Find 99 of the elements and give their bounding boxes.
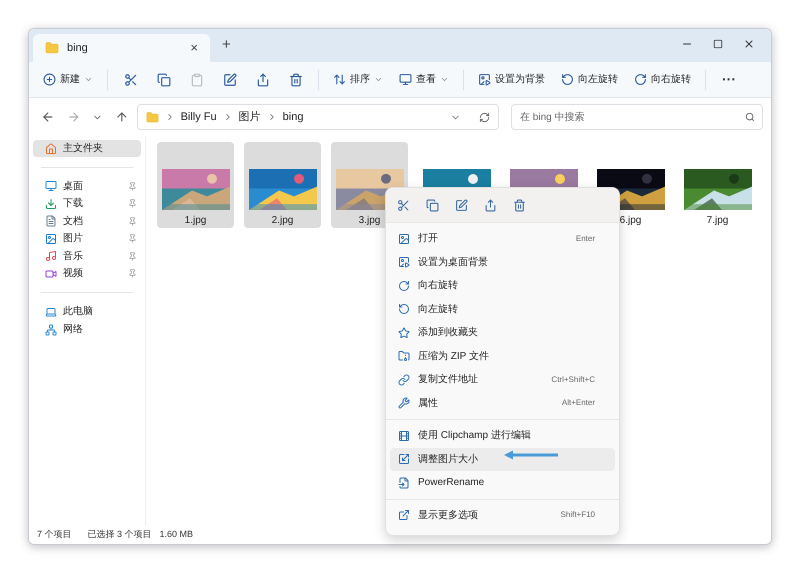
menu-item[interactable]: 打开 Enter xyxy=(390,227,615,250)
breadcrumb-item[interactable]: Billy Fu xyxy=(180,108,217,126)
arrow-drawing xyxy=(504,450,559,460)
menu-item[interactable]: 设置为桌面背景 xyxy=(390,250,615,274)
home-icon xyxy=(45,142,57,154)
desktop-icon xyxy=(45,180,57,192)
scissors-icon xyxy=(124,72,138,86)
search-icon xyxy=(745,112,756,122)
sidebar-item[interactable]: 文档 xyxy=(45,213,141,230)
breadcrumb-item[interactable]: 图片 xyxy=(238,108,261,126)
new-icon xyxy=(43,73,56,86)
file-name: 6.jpg xyxy=(620,214,642,228)
shortcut-text: Ctrl+Shift+C xyxy=(551,374,595,386)
folder-icon xyxy=(45,41,59,55)
share-icon xyxy=(256,72,270,86)
search-field[interactable]: 在 bing 中搜索 xyxy=(511,104,764,130)
music-icon xyxy=(45,250,57,262)
set-background-button[interactable]: 设置为背景 xyxy=(472,66,551,94)
link-icon xyxy=(398,374,410,386)
document-icon xyxy=(45,215,57,228)
sort-button[interactable]: 排序 xyxy=(327,66,389,94)
laptop-icon xyxy=(45,306,57,318)
sidebar-item[interactable]: 此电脑 xyxy=(45,303,145,320)
rename-icon xyxy=(398,476,410,489)
menu-item[interactable]: 显示更多选项 Shift+F10 xyxy=(390,504,615,527)
new-tab-button[interactable]: + xyxy=(222,34,231,56)
more-button[interactable]: ··· xyxy=(714,69,744,90)
star-icon xyxy=(398,326,410,339)
close-tab-button[interactable]: × xyxy=(190,38,198,58)
video-icon xyxy=(45,268,57,280)
file-tile[interactable]: 2.jpg xyxy=(244,142,321,228)
menu-item[interactable]: 压缩为 ZIP 文件 xyxy=(390,344,615,368)
sort-icon xyxy=(333,73,346,86)
tab-title: bing xyxy=(67,40,89,56)
scissors-icon xyxy=(396,198,410,212)
external-link-icon xyxy=(398,509,410,522)
trash-icon xyxy=(288,72,302,86)
sidebar-item[interactable]: 主文件夹 xyxy=(33,140,141,157)
menu-item[interactable]: 使用 Clipchamp 进行编辑 xyxy=(390,424,615,448)
selection-size: 1.60 MB xyxy=(160,528,194,542)
download-icon xyxy=(45,198,57,210)
sidebar-item[interactable]: 桌面 xyxy=(45,178,141,194)
menu-item[interactable]: 向右旋转 xyxy=(390,274,615,298)
copy-icon xyxy=(426,198,438,212)
view-button[interactable]: 查看 xyxy=(393,66,455,94)
file-tile[interactable]: 1.jpg xyxy=(157,142,234,228)
shortcut-text: Alt+Enter xyxy=(562,397,595,410)
film-icon xyxy=(398,430,410,442)
wallpaper-icon xyxy=(398,256,410,268)
rename-icon xyxy=(222,72,236,86)
file-tile[interactable]: 7.jpg xyxy=(679,142,756,228)
sidebar-item[interactable]: 视频 xyxy=(45,266,141,282)
menu-item[interactable]: 属性 Alt+Enter xyxy=(390,392,615,415)
close-icon[interactable] xyxy=(743,38,755,50)
rename-icon xyxy=(454,198,468,212)
menu-item[interactable]: 添加到收藏夹 xyxy=(390,321,615,344)
address-bar[interactable]: Billy Fu 图片 bing xyxy=(136,104,500,130)
menu-item[interactable]: 向左旋转 xyxy=(390,298,615,321)
shortcut-text: Shift+F10 xyxy=(560,509,595,522)
rotate-right-icon xyxy=(398,280,410,292)
up-icon[interactable] xyxy=(114,110,129,124)
rotate-right-icon xyxy=(634,73,647,86)
share-icon xyxy=(484,198,496,212)
breadcrumb-item[interactable]: bing xyxy=(282,108,304,126)
refresh-icon[interactable] xyxy=(479,112,490,122)
view-icon xyxy=(399,73,412,86)
copy-icon xyxy=(156,72,170,86)
sidebar-item[interactable]: 下载 xyxy=(45,196,141,212)
shortcut-text: Enter xyxy=(576,232,595,245)
set-background-icon xyxy=(478,73,491,86)
image-icon xyxy=(398,232,410,245)
tab[interactable]: bing × xyxy=(33,34,210,62)
selection-count: 已选择 3 个项目 xyxy=(88,528,152,542)
resize-icon xyxy=(398,453,410,466)
rotate-right-button[interactable]: 向右旋转 xyxy=(628,66,697,94)
wrench-icon xyxy=(398,397,410,410)
menu-item[interactable]: PowerRename xyxy=(390,471,615,494)
sidebar-item[interactable]: 音乐 xyxy=(45,248,141,264)
file-name: 2.jpg xyxy=(272,214,294,228)
new-button[interactable]: 新建 xyxy=(37,66,99,94)
rotate-left-button[interactable]: 向左旋转 xyxy=(555,66,624,94)
sidebar-item[interactable]: 图片 xyxy=(45,230,141,247)
file-name: 3.jpg xyxy=(358,214,380,228)
menu-item[interactable]: 复制文件地址 Ctrl+Shift+C xyxy=(390,368,615,392)
back-icon[interactable] xyxy=(41,110,55,124)
menu-item[interactable]: 调整图片大小 xyxy=(390,448,615,471)
network-icon xyxy=(45,324,57,336)
sidebar-item[interactable]: 网络 xyxy=(45,321,145,338)
file-name: 7.jpg xyxy=(706,214,728,228)
folder-icon xyxy=(146,110,159,124)
rotate-left-icon xyxy=(561,73,574,86)
image-icon xyxy=(45,232,57,245)
archive-icon xyxy=(398,350,410,362)
item-count: 7 个项目 xyxy=(37,528,72,542)
clipboard-icon xyxy=(190,72,204,86)
rotate-left-icon xyxy=(398,303,410,316)
maximize-icon[interactable] xyxy=(713,39,723,49)
trash-icon xyxy=(512,198,526,212)
file-name: 1.jpg xyxy=(184,214,206,228)
